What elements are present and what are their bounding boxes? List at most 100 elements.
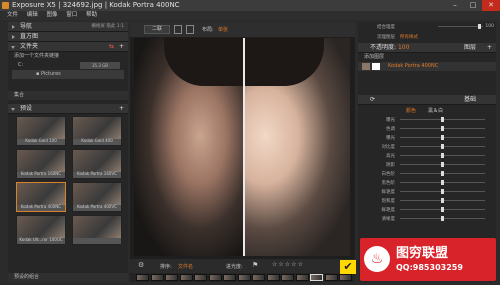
slider-row[interactable]: 饱和度 bbox=[358, 196, 496, 205]
slider-row[interactable]: 对比度 bbox=[358, 142, 496, 151]
preset-thumbnail[interactable]: Kodak Portra 160NC bbox=[16, 149, 66, 179]
slider-knob[interactable] bbox=[441, 171, 444, 176]
slider-knob[interactable] bbox=[441, 216, 444, 221]
slider-knob[interactable] bbox=[441, 144, 444, 149]
filmstrip-thumbnail[interactable] bbox=[208, 274, 222, 281]
filmstrip-thumbnail[interactable] bbox=[281, 274, 294, 281]
filmstrip-thumbnail[interactable] bbox=[295, 274, 309, 281]
recent-presets-row[interactable]: 预设的组合 bbox=[8, 273, 128, 282]
preset-thumbnail[interactable]: Kodak Gold 400 bbox=[72, 116, 122, 146]
tone-slider[interactable] bbox=[438, 24, 483, 29]
filmstrip-thumbnail[interactable] bbox=[252, 274, 265, 281]
filmstrip-thumbnail[interactable] bbox=[266, 274, 280, 281]
maximize-button[interactable]: □ bbox=[464, 0, 482, 11]
filmstrip-thumbnail[interactable] bbox=[310, 274, 323, 281]
slider-knob[interactable] bbox=[441, 126, 444, 131]
filmstrip-thumbnail[interactable] bbox=[194, 274, 207, 281]
slider-knob[interactable] bbox=[441, 117, 444, 122]
slider-row[interactable]: 高光 bbox=[358, 151, 496, 160]
slider-track[interactable] bbox=[400, 135, 485, 140]
minimize-button[interactable]: – bbox=[446, 0, 464, 11]
navigator-header[interactable]: 导航 栅格屏 筋此 1:1 bbox=[8, 22, 128, 32]
add-layer-row[interactable]: 添加图层 bbox=[358, 53, 496, 62]
slider-row[interactable]: 色调 bbox=[358, 124, 496, 133]
add-folder-button[interactable]: + bbox=[119, 42, 124, 52]
grid-view-button[interactable]: 栅格屏 bbox=[91, 24, 105, 29]
preset-thumbnail[interactable]: Kodak Portra 160VC bbox=[72, 149, 122, 179]
layer-style-row[interactable]: 流理图层 所有样式 bbox=[358, 32, 496, 41]
slider-track[interactable] bbox=[400, 171, 485, 176]
layer-style-dropdown[interactable]: 所有样式 bbox=[400, 34, 418, 40]
star-rating-filter[interactable]: ☆☆☆☆☆ bbox=[272, 261, 304, 268]
zoom-1to1-button[interactable]: 1:1 bbox=[117, 24, 124, 29]
slider-row[interactable]: 鲜艳度 bbox=[358, 187, 496, 196]
menu-image[interactable]: 图像 bbox=[47, 12, 58, 18]
slider-knob[interactable] bbox=[441, 135, 444, 140]
filmstrip-thumbnail[interactable] bbox=[136, 274, 149, 281]
menu-edit[interactable]: 编辑 bbox=[27, 12, 38, 18]
collections-row[interactable]: 集合 bbox=[8, 91, 128, 100]
layout-dropdown[interactable]: 单张 bbox=[218, 26, 228, 33]
slider-track[interactable] bbox=[400, 216, 485, 221]
basic-header[interactable]: ⟳ 基础 bbox=[358, 95, 496, 105]
tone-row[interactable]: 结合理度 100 bbox=[358, 22, 496, 32]
compare-icon[interactable] bbox=[174, 25, 182, 34]
close-button[interactable]: ✕ bbox=[482, 0, 500, 11]
filmstrip-thumbnail[interactable] bbox=[223, 274, 236, 281]
slider-row[interactable]: 鲜艳度 bbox=[358, 205, 496, 214]
slider-track[interactable] bbox=[400, 180, 485, 185]
filmstrip-thumbnail[interactable] bbox=[165, 274, 178, 281]
slider-track[interactable] bbox=[400, 198, 485, 203]
slider-row[interactable]: 清晰度 bbox=[358, 214, 496, 223]
histogram-header[interactable]: 直方图 bbox=[8, 32, 128, 42]
slider-track[interactable] bbox=[400, 144, 485, 149]
layers-header[interactable]: 不透明度: 100 图层 + bbox=[358, 43, 496, 53]
split-icon[interactable] bbox=[186, 25, 194, 34]
slider-knob[interactable] bbox=[441, 207, 444, 212]
split-divider[interactable] bbox=[243, 38, 245, 256]
tab-bw[interactable]: 黑＆白 bbox=[428, 107, 443, 114]
preset-thumbnail[interactable]: Kodak Portra 400NC bbox=[16, 182, 66, 212]
preset-thumbnail[interactable]: Kodak Gold 100 bbox=[16, 116, 66, 146]
preset-thumbnail[interactable]: Kodak Ult...ror 100UC bbox=[16, 215, 66, 245]
sort-dropdown[interactable]: 文件名 bbox=[178, 263, 193, 270]
folders-header[interactable]: 文件夹 ⇆ + bbox=[8, 42, 128, 52]
slider-knob[interactable] bbox=[441, 180, 444, 185]
slider-track[interactable] bbox=[400, 162, 485, 167]
filmstrip-thumbnail[interactable] bbox=[179, 274, 193, 281]
slider-row[interactable]: 白色阶 bbox=[358, 169, 496, 178]
slider-track[interactable] bbox=[400, 117, 485, 122]
filmstrip-thumbnail[interactable] bbox=[324, 274, 338, 281]
slider-row[interactable]: 曝光 bbox=[358, 133, 496, 142]
settings-icon[interactable]: ⚙ bbox=[138, 261, 144, 269]
tone-knob[interactable] bbox=[478, 24, 481, 29]
slider-knob[interactable] bbox=[441, 198, 444, 203]
presets-header[interactable]: 预设 + bbox=[8, 104, 128, 114]
menu-help[interactable]: 帮助 bbox=[86, 12, 97, 18]
slider-knob[interactable] bbox=[441, 189, 444, 194]
slider-row[interactable]: 黑色阶 bbox=[358, 178, 496, 187]
slider-row[interactable]: 曝光 bbox=[358, 115, 496, 124]
filmstrip-thumbnail[interactable] bbox=[339, 274, 352, 281]
layer-item[interactable]: Kodak Portra 400NC bbox=[358, 62, 496, 71]
slider-track[interactable] bbox=[400, 207, 485, 212]
opacity-value[interactable]: 100 bbox=[398, 44, 409, 51]
fit-button[interactable]: 筋此 bbox=[106, 24, 115, 29]
menu-window[interactable]: 窗口 bbox=[66, 12, 77, 18]
drive-row[interactable]: C: 35.3 GB bbox=[8, 61, 128, 70]
view-mode-button[interactable]: 二联 bbox=[144, 25, 170, 34]
slider-row[interactable]: 阴影 bbox=[358, 160, 496, 169]
add-layer-button[interactable]: + bbox=[487, 43, 492, 53]
slider-track[interactable] bbox=[400, 126, 485, 131]
preset-thumbnail[interactable]: Kodak Portra 400VC bbox=[72, 182, 122, 212]
add-preset-button[interactable]: + bbox=[119, 104, 124, 114]
slider-knob[interactable] bbox=[441, 153, 444, 158]
menu-file[interactable]: 文件 bbox=[7, 12, 18, 18]
add-folder-hint[interactable]: 添加一个文件夹链接 bbox=[8, 52, 128, 61]
slider-track[interactable] bbox=[400, 189, 485, 194]
refresh-icon[interactable]: ⟳ bbox=[370, 96, 375, 103]
folder-pictures[interactable]: ▪ Pictures bbox=[12, 70, 124, 79]
folder-sync-icon[interactable]: ⇆ bbox=[109, 42, 114, 52]
preset-thumbnail[interactable] bbox=[72, 215, 122, 245]
slider-knob[interactable] bbox=[441, 162, 444, 167]
